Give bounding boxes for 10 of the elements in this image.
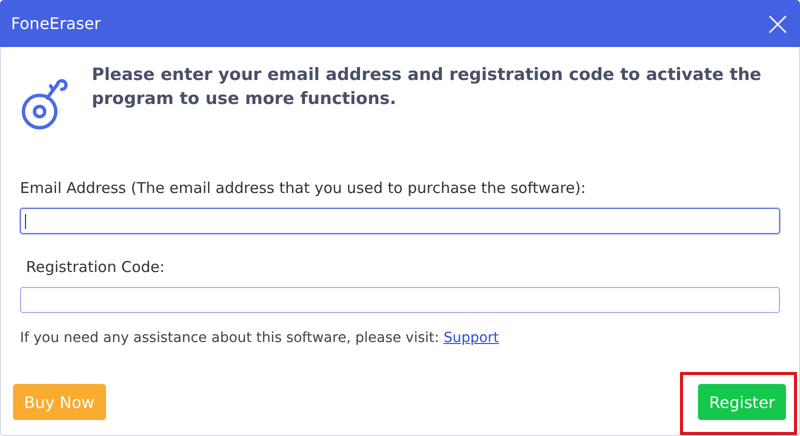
help-text: If you need any assistance about this software, please visit: Support [20,330,500,346]
input-field[interactable] [20,208,780,234]
support-link[interactable]: Support [444,330,499,346]
instruction-text: Please enter your email address and registration code to activate the program to use more functions. [92,64,762,111]
window-title: FoneEraser [11,14,101,33]
register-button[interactable]: Register [698,384,786,420]
input-field[interactable] [20,287,780,313]
field-label: Email Address (The email address that you used to purchase the software): [20,179,587,197]
field-label: Registration Code: [25,258,166,276]
close-button[interactable]: × [764,6,792,40]
